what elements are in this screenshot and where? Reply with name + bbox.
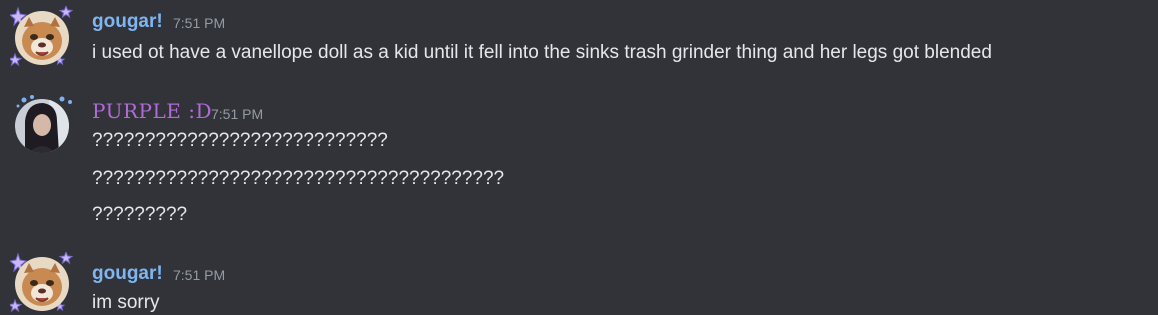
message-group: PURPLE :D 7:51 PM ??????????????????????…: [0, 90, 1158, 240]
message-text: ???????????????????????????????????????: [92, 168, 505, 189]
message-text: ????????????????????????????: [92, 130, 388, 151]
avatar-decoration[interactable]: [10, 94, 74, 158]
author-name[interactable]: gougar!: [92, 11, 163, 33]
message-timestamp[interactable]: 7:51 PM: [173, 15, 225, 31]
message-timestamp[interactable]: 7:51 PM: [173, 267, 225, 283]
message-text: ?????????: [92, 204, 188, 225]
avatar[interactable]: [15, 11, 69, 65]
author-name[interactable]: PURPLE :D: [92, 100, 212, 122]
message-text: i used ot have a vanellope doll as a kid…: [92, 42, 992, 63]
message-group: gougar! 7:51 PM im sorry: [0, 252, 1158, 315]
cougar-avatar-icon: [15, 11, 69, 65]
avatar[interactable]: [15, 257, 69, 311]
avatar-decoration[interactable]: [10, 252, 74, 315]
message-group: gougar! 7:51 PM i used ot have a vanello…: [0, 0, 1158, 90]
message-text: im sorry: [92, 292, 160, 313]
message-timestamp[interactable]: 7:51 PM: [211, 106, 263, 122]
dark-haired-avatar-icon: [15, 99, 69, 153]
avatar-decoration[interactable]: [10, 6, 74, 70]
cougar-avatar-icon: [15, 257, 69, 311]
avatar[interactable]: [15, 99, 69, 153]
author-name[interactable]: gougar!: [92, 263, 163, 285]
